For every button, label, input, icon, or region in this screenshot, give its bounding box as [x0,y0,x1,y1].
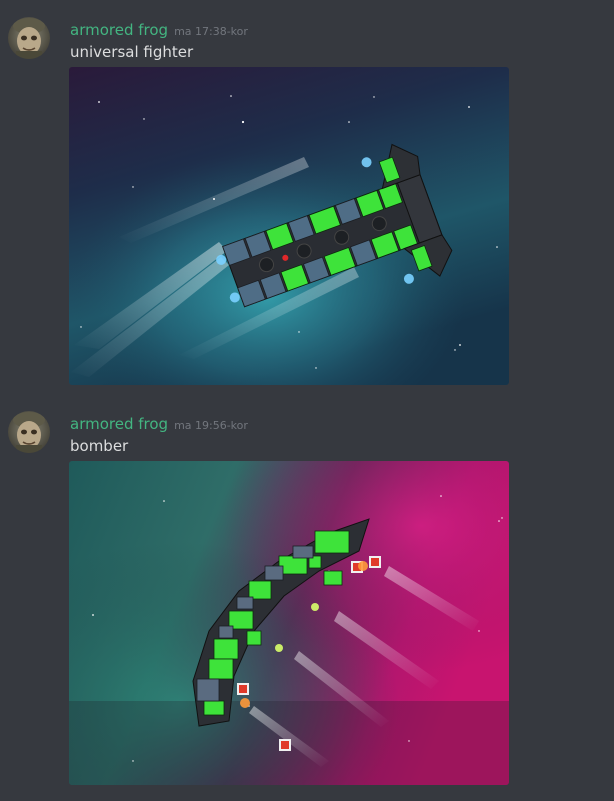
frog-avatar-image [8,17,50,59]
message-text: universal fighter [70,43,194,61]
image-attachment[interactable] [69,461,509,785]
bomber-spaceship-image [69,461,509,785]
message-timestamp: ma 19:56-kor [174,419,248,432]
fighter-spaceship-image [69,67,509,385]
user-avatar[interactable] [8,17,50,59]
message-timestamp: ma 17:38-kor [174,25,248,38]
message-text: bomber [70,437,129,455]
author-name[interactable]: armored frog [70,415,168,433]
chat-message-list: armored frog ma 17:38-kor universal fight… [0,0,614,801]
user-avatar[interactable] [8,411,50,453]
frog-avatar-image [8,411,50,453]
image-attachment[interactable] [69,67,509,385]
message-header: armored frog ma 17:38-kor [70,20,248,40]
message-header: armored frog ma 19:56-kor [70,414,248,434]
author-name[interactable]: armored frog [70,21,168,39]
